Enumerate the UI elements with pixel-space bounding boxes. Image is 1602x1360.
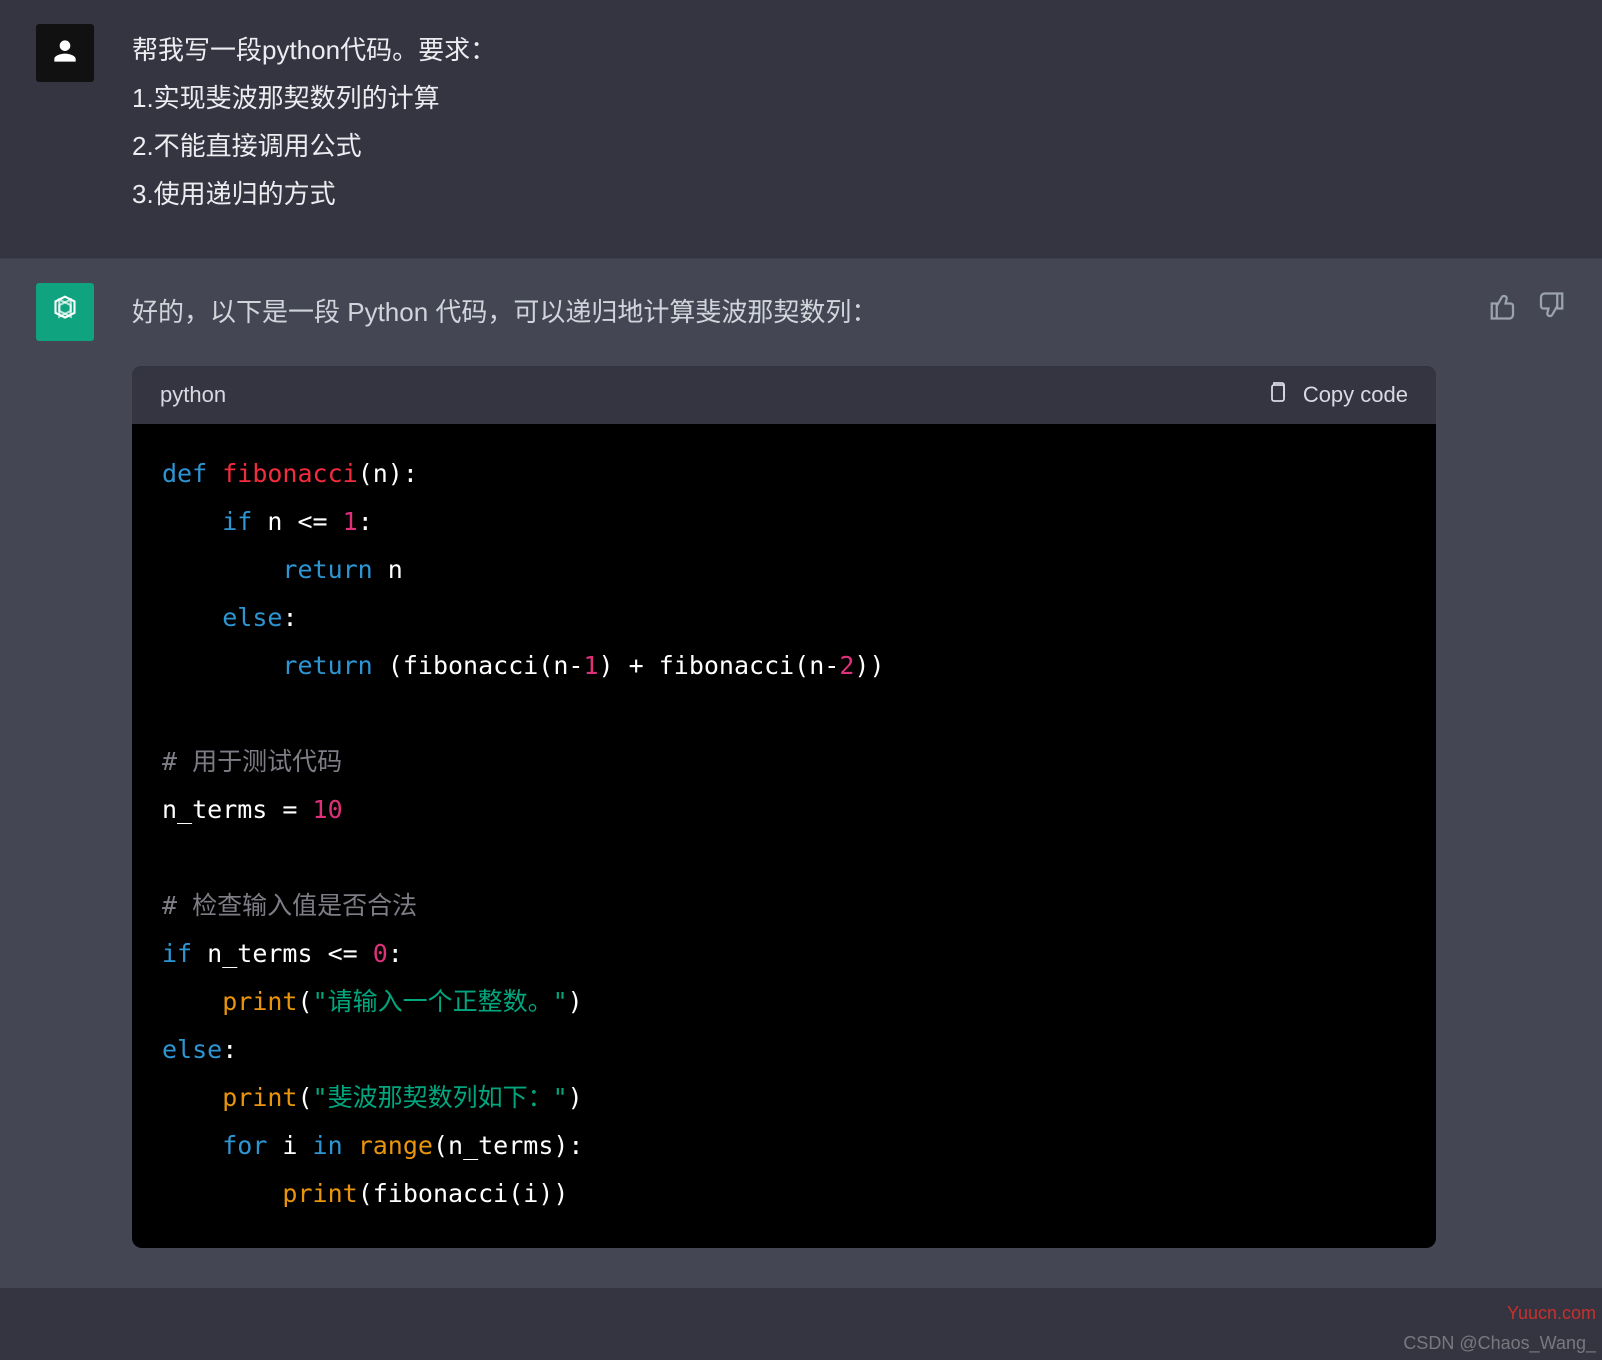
thumbs-up-icon[interactable] xyxy=(1488,291,1518,321)
user-message: 帮我写一段python代码。要求： 1.实现斐波那契数列的计算 2.不能直接调用… xyxy=(0,0,1602,259)
thumbs-down-icon[interactable] xyxy=(1536,291,1566,321)
code-body[interactable]: def fibonacci(n): if n <= 1: return n el… xyxy=(132,424,1436,1248)
clipboard-icon xyxy=(1265,380,1289,410)
assistant-message-body: 好的，以下是一段 Python 代码，可以递归地计算斐波那契数列： python xyxy=(132,283,1566,1248)
code-header: python Copy code xyxy=(132,366,1436,424)
prompt-line: 3.使用递归的方式 xyxy=(132,170,1566,218)
assistant-intro-text: 好的，以下是一段 Python 代码，可以递归地计算斐波那契数列： xyxy=(132,283,1468,336)
user-message-body: 帮我写一段python代码。要求： 1.实现斐波那契数列的计算 2.不能直接调用… xyxy=(132,24,1566,218)
code-block: python Copy code def fibonacci(n): if n … xyxy=(132,366,1436,1248)
user-prompt-text: 帮我写一段python代码。要求： 1.实现斐波那契数列的计算 2.不能直接调用… xyxy=(132,24,1566,218)
openai-icon xyxy=(46,291,84,334)
person-icon xyxy=(49,35,81,72)
prompt-line: 帮我写一段python代码。要求： xyxy=(132,26,1566,74)
assistant-header-row: 好的，以下是一段 Python 代码，可以递归地计算斐波那契数列： xyxy=(132,283,1566,336)
copy-code-label: Copy code xyxy=(1303,382,1408,408)
assistant-avatar xyxy=(36,283,94,341)
code-language-label: python xyxy=(160,382,226,408)
prompt-line: 2.不能直接调用公式 xyxy=(132,122,1566,170)
user-message-inner: 帮我写一段python代码。要求： 1.实现斐波那契数列的计算 2.不能直接调用… xyxy=(0,24,1602,218)
assistant-message-inner: 好的，以下是一段 Python 代码，可以递归地计算斐波那契数列： python xyxy=(0,283,1602,1248)
watermark-csdn: CSDN @Chaos_Wang_ xyxy=(1403,1333,1596,1354)
prompt-line: 1.实现斐波那契数列的计算 xyxy=(132,74,1566,122)
watermark-site: Yuucn.com xyxy=(1507,1303,1596,1324)
user-avatar xyxy=(36,24,94,82)
assistant-message: 好的，以下是一段 Python 代码，可以递归地计算斐波那契数列： python xyxy=(0,259,1602,1288)
code-content: def fibonacci(n): if n <= 1: return n el… xyxy=(162,450,1406,1218)
feedback-buttons xyxy=(1488,283,1566,321)
copy-code-button[interactable]: Copy code xyxy=(1265,380,1408,410)
